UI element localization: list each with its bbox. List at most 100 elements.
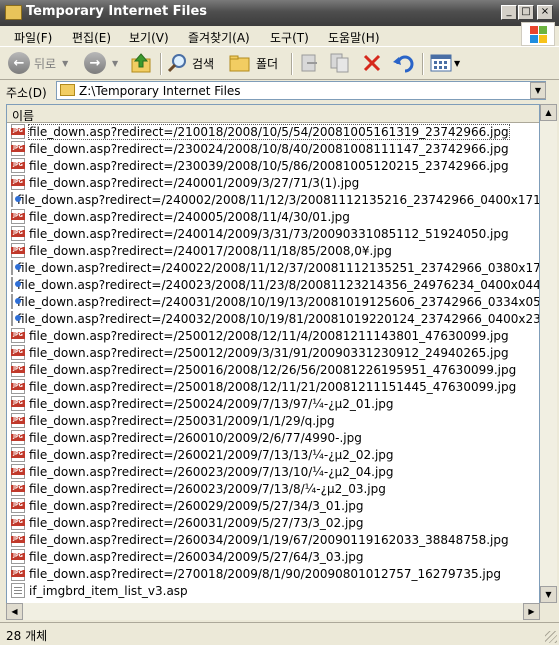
scroll-right-button[interactable]: ▶ [523, 603, 540, 620]
file-row[interactable]: file_down.asp?redirect=/240023/2008/11/2… [7, 276, 539, 293]
windows-logo-icon [521, 22, 555, 46]
delete-button[interactable] [361, 51, 383, 75]
file-name: file_down.asp?redirect=/250012/2009/3/31… [29, 345, 509, 360]
file-row[interactable]: file_down.asp?redirect=/240014/2009/3/31… [7, 225, 539, 242]
file-name: file_down.asp?redirect=/240032/2008/10/1… [17, 311, 540, 326]
views-icon [430, 54, 452, 72]
file-row[interactable]: file_down.asp?redirect=/260023/2009/7/13… [7, 480, 539, 497]
file-name: file_down.asp?redirect=/240031/2008/10/1… [17, 294, 540, 309]
file-row[interactable]: file_down.asp?redirect=/240001/2009/3/27… [7, 174, 539, 191]
file-row[interactable]: file_down.asp?redirect=/240031/2008/10/1… [7, 293, 539, 310]
chevron-down-icon: ▼ [112, 58, 119, 68]
file-row[interactable]: file_down.asp?redirect=/270018/2009/8/1/… [7, 565, 539, 582]
undo-button[interactable] [392, 51, 416, 75]
copy-to-button[interactable] [329, 51, 351, 75]
file-name: file_down.asp?redirect=/240001/2009/3/27… [29, 175, 360, 190]
menu-help[interactable]: 도움말(H) [328, 29, 380, 46]
file-row[interactable]: file_down.asp?redirect=/260029/2009/5/27… [7, 497, 539, 514]
horizontal-scrollbar[interactable]: ◀ ▶ [6, 603, 540, 620]
jpg-file-icon [11, 209, 25, 224]
scroll-left-button[interactable]: ◀ [6, 603, 23, 620]
file-row[interactable]: file_down.asp?redirect=/260031/2009/5/27… [7, 514, 539, 531]
file-row[interactable]: file_down.asp?redirect=/260034/2009/5/27… [7, 548, 539, 565]
file-row[interactable]: file_down.asp?redirect=/230024/2008/10/8… [7, 140, 539, 157]
swf-file-icon [11, 294, 21, 309]
jpg-file-icon [11, 124, 25, 139]
file-row[interactable]: file_down.asp?redirect=/250024/2009/7/13… [7, 395, 539, 412]
jpg-file-icon [11, 158, 25, 173]
file-name: file_down.asp?redirect=/250018/2008/12/1… [29, 379, 517, 394]
file-row[interactable]: file_down.asp?redirect=/250012/2009/3/31… [7, 344, 539, 361]
menu-view[interactable]: 보기(V) [129, 29, 169, 46]
toolbar-separator [291, 53, 293, 75]
maximize-button[interactable]: □ [518, 5, 534, 20]
swf-file-icon [11, 277, 21, 292]
jpg-file-icon [11, 396, 25, 411]
file-row[interactable]: file_down.asp?redirect=/260034/2009/1/19… [7, 531, 539, 548]
scroll-down-button[interactable]: ▼ [540, 586, 557, 603]
file-row[interactable]: file_down.asp?redirect=/250018/2008/12/1… [7, 378, 539, 395]
file-row[interactable]: file_down.asp?redirect=/250031/2009/1/1/… [7, 412, 539, 429]
jpg-file-icon [11, 243, 25, 258]
file-row[interactable]: file_down.asp?redirect=/240032/2008/10/1… [7, 310, 539, 327]
scroll-up-button[interactable]: ▲ [540, 104, 557, 121]
back-arrow-icon: ← [8, 52, 30, 74]
menu-bar: 파일(F) 편집(E) 보기(V) 즐겨찾기(A) 도구(T) 도움말(H) [0, 26, 559, 46]
search-button[interactable]: 검색 [166, 51, 214, 75]
menu-edit[interactable]: 편집(E) [72, 29, 111, 46]
minimize-button[interactable]: _ [501, 5, 517, 20]
vertical-scrollbar[interactable]: ▲ ▼ [540, 104, 557, 603]
file-row[interactable]: file_down.asp?redirect=/240017/2008/11/1… [7, 242, 539, 259]
address-label: 주소(D) [6, 86, 47, 100]
address-dropdown-button[interactable]: ▼ [530, 82, 546, 99]
file-row[interactable]: file_down.asp?redirect=/260010/2009/2/6/… [7, 429, 539, 446]
jpg-file-icon [11, 175, 25, 190]
move-to-button[interactable] [299, 51, 321, 75]
jpg-file-icon [11, 532, 25, 547]
folders-button[interactable]: 폴더 [228, 51, 278, 75]
file-name: if_imgbrd_item_list_v3.asp [29, 583, 188, 598]
file-row[interactable]: file_down.asp?redirect=/240022/2008/11/1… [7, 259, 539, 276]
file-name: file_down.asp?redirect=/240023/2008/11/2… [17, 277, 540, 292]
menu-favorites[interactable]: 즐겨찾기(A) [188, 29, 250, 46]
file-row[interactable]: if_imgbrd_item_list_v3.asp [7, 582, 539, 599]
file-row[interactable]: file_down.asp?redirect=/230039/2008/10/5… [7, 157, 539, 174]
asp-file-icon [11, 583, 25, 598]
up-folder-button[interactable] [130, 51, 154, 75]
menu-tools[interactable]: 도구(T) [270, 29, 309, 46]
up-folder-icon [131, 53, 151, 73]
close-button[interactable]: × [537, 5, 553, 20]
undo-icon [393, 55, 414, 73]
title-bar[interactable]: Temporary Internet Files _ □ × [0, 0, 559, 26]
status-bar: 28 개체 [0, 622, 559, 645]
jpg-file-icon [11, 141, 25, 156]
file-row[interactable]: file_down.asp?redirect=/240005/2008/11/4… [7, 208, 539, 225]
file-row[interactable]: file_down.asp?redirect=/250016/2008/12/2… [7, 361, 539, 378]
toolbar-separator [422, 53, 424, 75]
delete-icon [363, 54, 381, 72]
file-name: file_down.asp?redirect=/240014/2009/3/31… [29, 226, 509, 241]
address-field[interactable]: Z:\Temporary Internet Files [56, 81, 546, 100]
views-button[interactable]: ▼ [430, 51, 460, 75]
file-name: file_down.asp?redirect=/230039/2008/10/5… [29, 158, 509, 173]
toolbar: ← 뒤로 ▼ → ▼ 검색 폴더 ▼ [0, 46, 559, 80]
folder-icon [5, 5, 22, 20]
file-row[interactable]: file_down.asp?redirect=/260023/2009/7/13… [7, 463, 539, 480]
chevron-down-icon: ▼ [454, 58, 461, 68]
menu-file[interactable]: 파일(F) [14, 29, 52, 46]
jpg-file-icon [11, 226, 25, 241]
file-name: file_down.asp?redirect=/240002/2008/11/1… [17, 192, 540, 207]
file-name: file_down.asp?redirect=/260021/2009/7/13… [29, 447, 394, 462]
file-row[interactable]: file_down.asp?redirect=/250012/2008/12/1… [7, 327, 539, 344]
resize-grip[interactable] [545, 631, 557, 643]
file-name: file_down.asp?redirect=/270018/2009/8/1/… [29, 566, 501, 581]
column-header-name[interactable]: 이름 [7, 105, 539, 123]
forward-button[interactable]: → ▼ [84, 51, 118, 75]
file-row[interactable]: file_down.asp?redirect=/260021/2009/7/13… [7, 446, 539, 463]
file-row[interactable]: file_down.asp?redirect=/240002/2008/11/1… [7, 191, 539, 208]
file-row[interactable]: file_down.asp?redirect=/210018/2008/10/5… [7, 123, 539, 140]
back-button[interactable]: ← 뒤로 ▼ [8, 51, 68, 75]
window-title: Temporary Internet Files [26, 4, 208, 19]
jpg-file-icon [11, 362, 25, 377]
jpg-file-icon [11, 515, 25, 530]
